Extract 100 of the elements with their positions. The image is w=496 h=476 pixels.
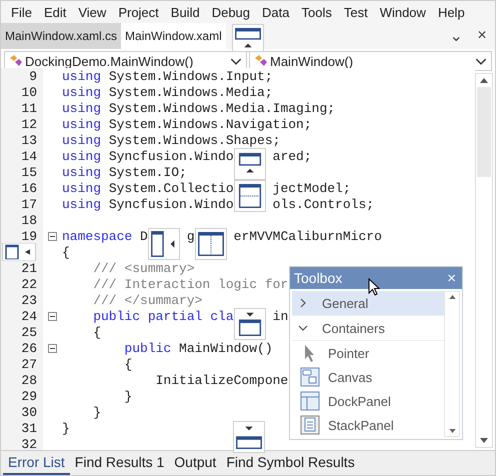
panel-tab[interactable]: Find Results 1 [70,451,170,475]
canvas-icon [300,367,320,387]
line-number: 16 [21,180,37,196]
toolbox-item[interactable]: Canvas [292,365,444,389]
code-line: using System.IO; [62,164,187,180]
menu-item[interactable]: Project [112,4,165,20]
dock-bottom-guide-icon[interactable] [233,421,265,453]
mouse-cursor-icon [368,278,380,296]
dock-left-guide-icon[interactable] [148,228,180,260]
code-fragment: ols.Controls; [272,196,374,212]
close-button[interactable]: × [469,23,495,49]
collapse-icon[interactable] [48,232,57,240]
toolbox-category[interactable]: General [292,291,444,316]
line-number: 17 [21,196,37,212]
line-number: 31 [21,420,37,436]
line-number: 13 [21,132,37,148]
dock-top-guide-icon[interactable] [234,148,266,180]
document-tab[interactable]: MainWindow.xaml [121,23,226,49]
line-number: 29 [21,388,37,404]
line-number: 25 [21,324,37,340]
code-line: using System.Windows.Media; [62,84,273,100]
collapse-icon[interactable] [48,344,57,352]
line-number: 26 [21,340,37,356]
chevron-down-icon [230,58,242,64]
panel-title: Toolbox [294,270,342,286]
toolbox-item[interactable]: DockPanel [292,389,444,413]
code-line: /// </summary> [92,292,202,308]
menu-item[interactable]: Build [164,4,206,20]
document-tab[interactable]: MainWindow.xaml.cs [1,23,122,49]
code-line: { [92,324,102,340]
menu-item[interactable]: File [5,4,38,20]
line-number: 30 [21,404,37,420]
line-number: 15 [21,164,37,180]
code-line: public MainWindow() [123,340,273,356]
dock-left-guide-icon[interactable] [195,228,227,260]
panel-tab[interactable]: Error List [3,451,70,475]
scrollbar[interactable] [475,73,493,448]
dock-top-guide-icon[interactable] [234,180,266,212]
menu-item[interactable]: Tools [295,4,338,20]
line-number: 32 [21,436,37,452]
code-line: using System.Windows.Input; [62,68,273,84]
scroll-down-icon[interactable] [448,429,456,433]
method-icon [254,54,268,68]
line-number: 18 [21,212,37,228]
code-fragment: erMVVMCaliburnMicro [234,228,382,244]
menu-item[interactable]: Data [256,4,296,20]
code-line: } [92,404,102,420]
chevron-right-icon [298,298,308,308]
chevron-down-icon [475,58,487,64]
line-number: 28 [21,372,37,388]
menu-item[interactable]: View [72,4,112,20]
line-number: 27 [21,356,37,372]
dock-bottom-guide-icon[interactable] [234,308,266,340]
line-number: 22 [21,276,37,292]
scroll-up-icon[interactable] [480,78,488,83]
line-number: 19 [21,228,37,244]
menu-item[interactable]: Window [374,4,432,20]
line-number: 10 [21,84,37,100]
toolbox-item[interactable]: StackPanel [292,413,444,437]
code-fragment: g [186,228,195,244]
collapse-icon[interactable] [48,312,57,320]
code-line: /// <summary> [92,260,195,276]
code-line: { [123,356,132,372]
code-fragment: jectModel; [272,180,351,196]
scroll-up-icon[interactable] [448,295,456,299]
chevron-down-icon [298,323,308,333]
menu-item[interactable]: Test [338,4,374,20]
panel-tab[interactable]: Output [169,451,222,475]
code-line: } [62,420,70,436]
line-number: 12 [21,116,37,132]
menu-item[interactable]: Debug [206,4,256,20]
toolbox-category[interactable]: Containers [292,316,444,341]
scroll-thumb[interactable] [477,87,491,177]
code-line: /// Interaction logic for [92,276,288,292]
dock-top-guide-icon[interactable] [232,24,264,52]
line-number: 9 [29,68,37,84]
code-line: namespace D [62,228,148,244]
code-line: using System.Collectio [62,180,234,196]
code-line: using System.Windows.Shapes; [62,132,280,148]
stack-panel-icon [300,415,320,435]
code-line: { [62,244,70,260]
line-number: 24 [21,308,37,324]
method-icon [9,54,23,68]
dock-panel-icon [300,391,320,411]
toolbox-item[interactable]: Pointer [292,341,444,365]
scrollbar[interactable] [444,291,460,437]
code-line: public partial cla [92,308,234,324]
menu-item[interactable]: Help [432,4,471,20]
code-line: using System.Windows.Navigation; [62,116,312,132]
dropdown-button[interactable]: ⌄ [443,23,469,49]
menu-item[interactable]: Edit [38,4,72,20]
dock-left-guide-icon[interactable] [2,243,36,261]
code-line: InitializeCompone [154,372,288,388]
panel-tab[interactable]: Find Symbol Results [221,451,360,475]
scroll-down-icon[interactable] [480,438,488,443]
code-fragment: in [272,308,288,324]
line-number: 21 [21,260,37,276]
line-number: 14 [21,148,37,164]
line-number: 23 [21,292,37,308]
code-line: using Syncfusion.Windo [62,148,234,164]
